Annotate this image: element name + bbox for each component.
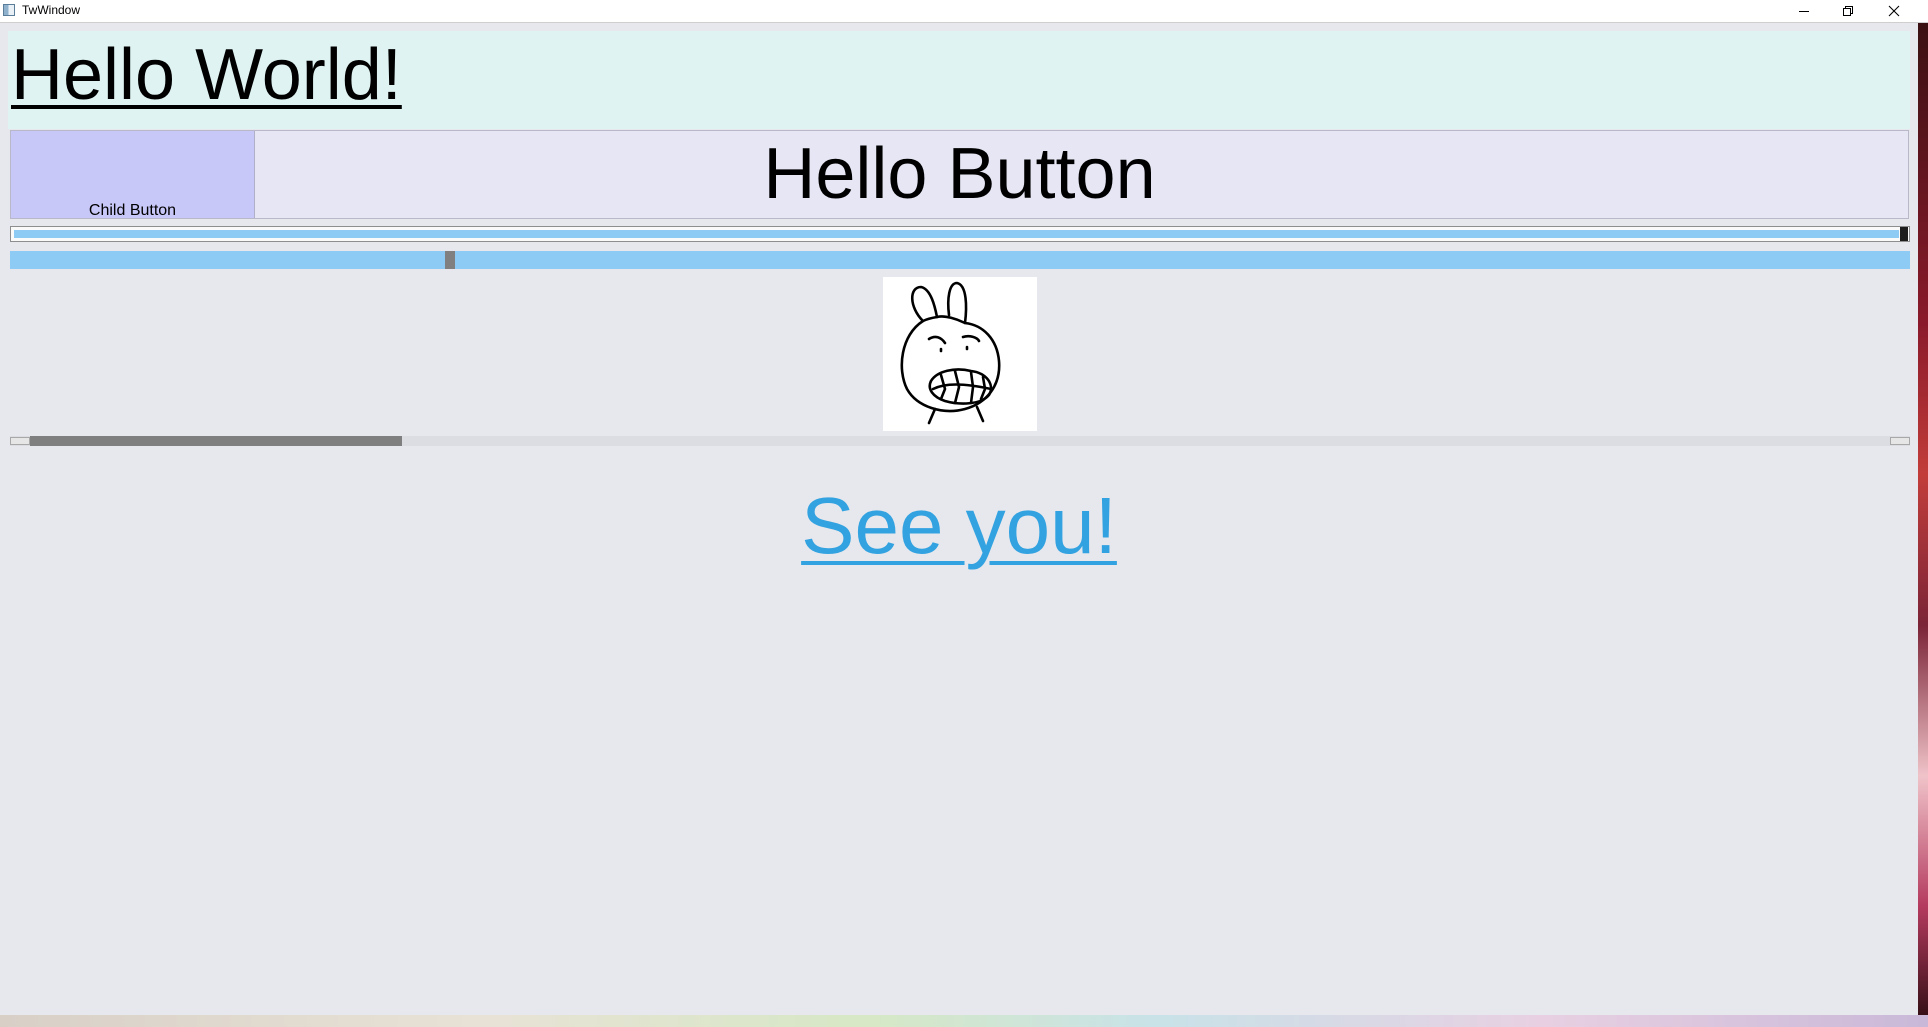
slider-bottom-thumb[interactable] <box>445 251 455 269</box>
window-client-area: Hello World! Hello Button Child Button S… <box>0 23 1918 1015</box>
bunny-face-sketch <box>900 281 1001 425</box>
hello-world-text: Hello World! <box>11 35 402 115</box>
window-app-icon[interactable] <box>3 4 15 16</box>
slider-top[interactable] <box>10 226 1910 242</box>
bunny-face-image <box>883 277 1037 431</box>
restore-icon <box>1843 6 1853 16</box>
scroll-right-button[interactable] <box>1890 437 1910 445</box>
slider-top-thumb[interactable] <box>1900 227 1908 241</box>
window-title: TwWindow <box>22 3 81 17</box>
minimize-icon <box>1799 11 1809 12</box>
scrollbar-thumb[interactable] <box>30 436 402 446</box>
close-icon <box>1888 5 1900 17</box>
hello-button[interactable]: Hello Button Child Button <box>10 130 1909 219</box>
desktop-background-edge-bottom <box>0 1015 1928 1027</box>
child-button-label: Child Button <box>88 202 177 219</box>
slider-bottom[interactable] <box>10 251 1910 269</box>
minimize-button[interactable] <box>1782 0 1826 22</box>
scroll-left-button[interactable] <box>10 437 30 445</box>
desktop-background-edge <box>1918 23 1928 1027</box>
see-you-link[interactable]: See you! <box>801 481 1117 570</box>
slider-top-fill <box>14 230 1899 238</box>
child-button[interactable]: Child Button <box>11 131 255 219</box>
see-you-heading: See you! <box>0 478 1918 574</box>
restore-button[interactable] <box>1826 0 1870 22</box>
hello-world-panel: Hello World! <box>8 31 1910 129</box>
horizontal-scrollbar[interactable] <box>10 436 1910 446</box>
title-bar[interactable]: TwWindow <box>0 0 1928 23</box>
hello-button-label: Hello Button <box>763 134 1156 214</box>
close-button[interactable] <box>1872 0 1916 22</box>
